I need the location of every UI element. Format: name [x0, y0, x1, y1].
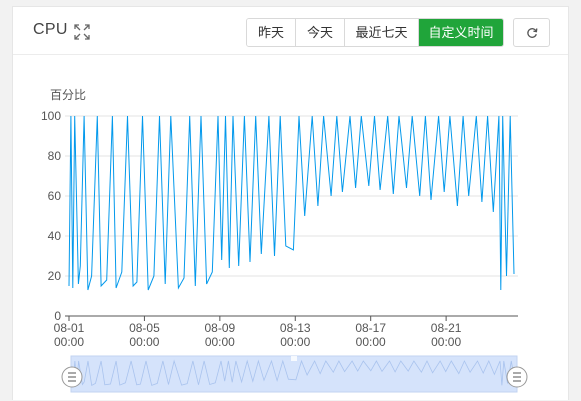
x-tick-time: 00:00	[280, 335, 310, 349]
x-tick-date: 08-01	[54, 321, 85, 335]
cpu-series-line	[68, 115, 515, 291]
data-zoom-left-handle[interactable]	[61, 366, 83, 388]
y-tick-label: 80	[48, 149, 62, 163]
x-tick-time: 00:00	[54, 335, 84, 349]
x-tick-date: 08-17	[355, 321, 386, 335]
x-tick-date: 08-13	[280, 321, 311, 335]
x-tick-date: 08-09	[204, 321, 235, 335]
y-tick-label: 100	[41, 109, 61, 123]
data-zoom-track[interactable]	[70, 355, 518, 393]
cpu-line-chart: 百分比 020406080100 08-0100:0008-0500:0008-…	[41, 88, 528, 393]
y-tick-label: 40	[48, 229, 62, 243]
x-tick-date: 08-05	[129, 321, 160, 335]
x-tick-time: 00:00	[129, 335, 159, 349]
y-tick-label: 20	[48, 269, 62, 283]
cpu-panel: CPU 昨天 今天 最近七天 自定义时间 百分比 0 20 40 60 80 1…	[12, 6, 569, 400]
y-axis-title: 百分比	[50, 88, 86, 102]
x-tick-time: 00:00	[356, 335, 386, 349]
x-tick-date: 08-21	[431, 321, 462, 335]
x-tick-time: 00:00	[205, 335, 235, 349]
data-zoom-drag-bar[interactable]	[291, 356, 297, 361]
x-tick-time: 00:00	[431, 335, 461, 349]
y-tick-label: 60	[48, 189, 62, 203]
data-zoom-right-handle[interactable]	[506, 366, 528, 388]
